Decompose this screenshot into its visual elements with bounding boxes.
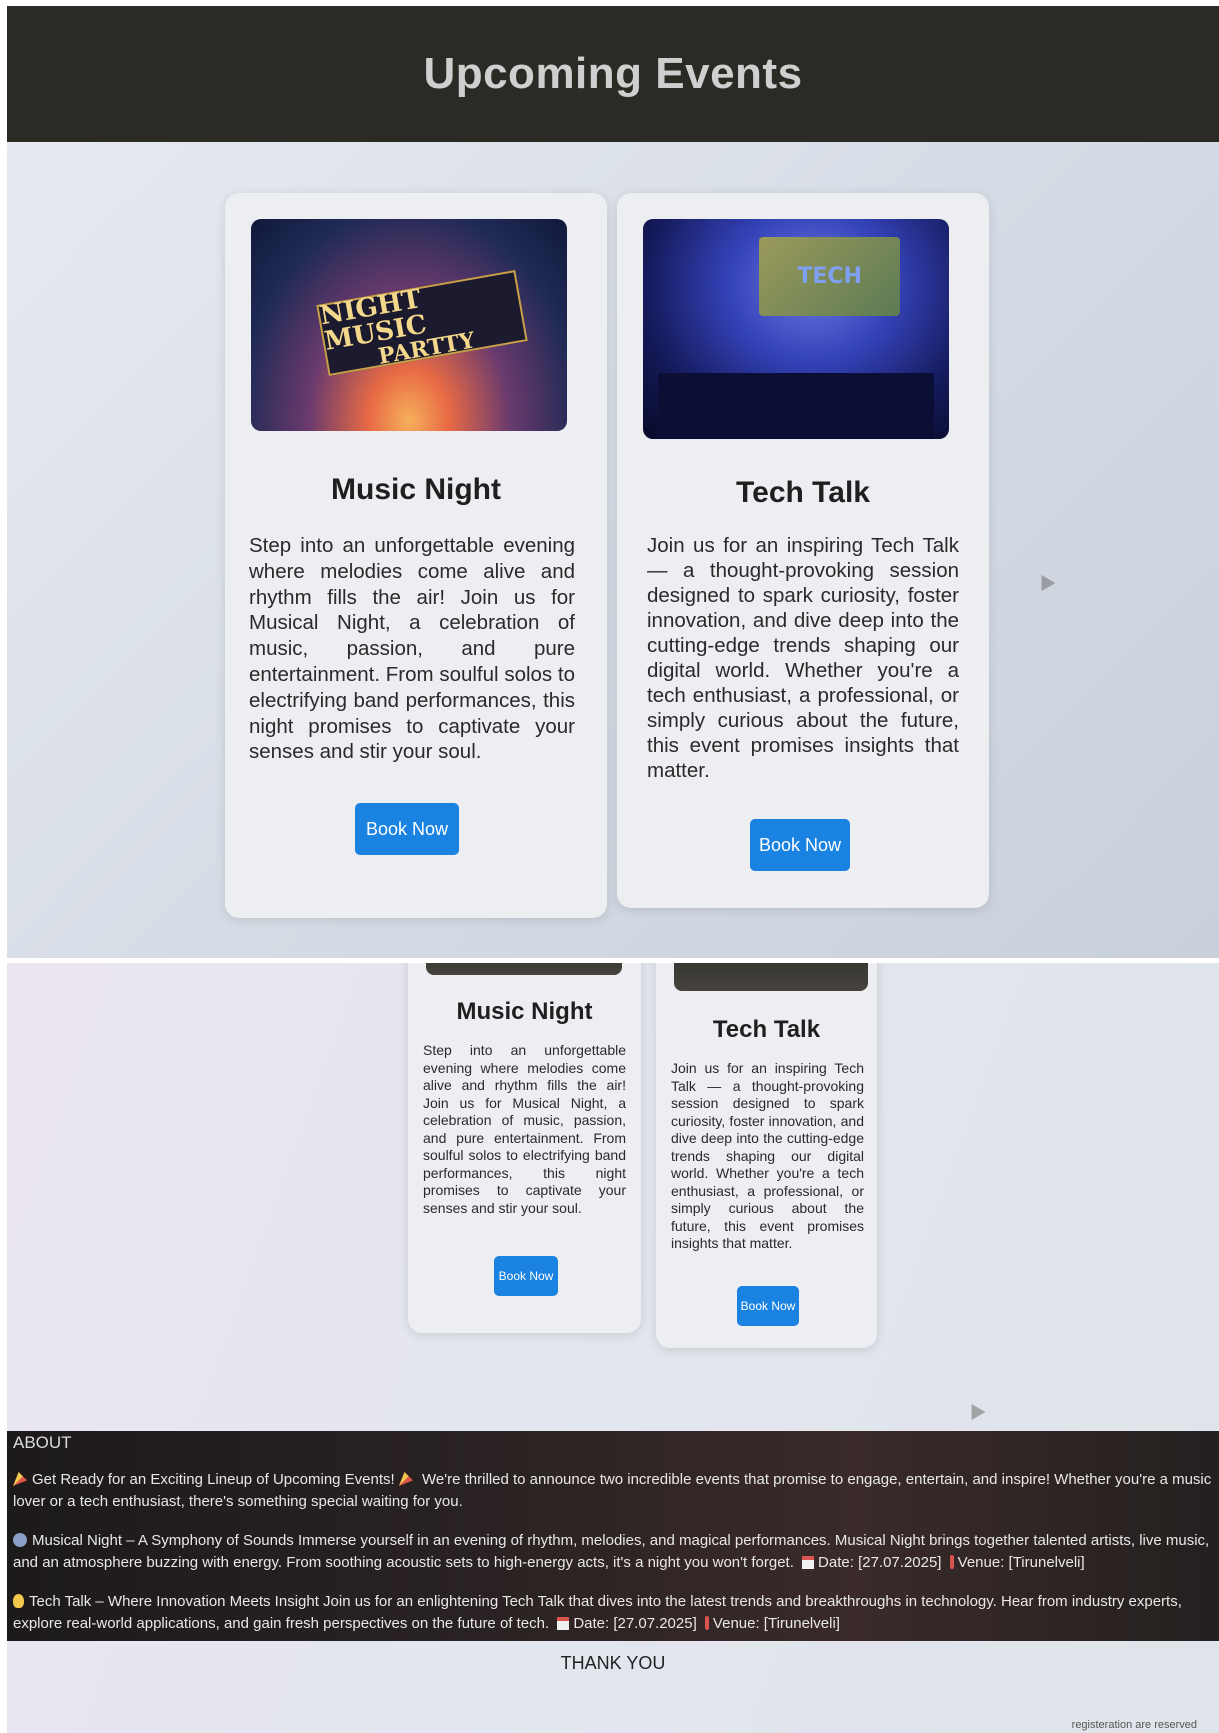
about-heading: ABOUT [13,1433,72,1452]
music-night-image [426,963,622,975]
event-description: Join us for an inspiring Tech Talk — a t… [647,534,959,782]
location-pin-icon [704,1616,709,1630]
lower-screenshot: Music Night Step into an unforgettable e… [7,963,1219,1733]
event-title: Music Night [331,473,501,506]
event-card-music-night: NIGHT MUSIC PARTTY Music Night Step into… [225,193,607,918]
upper-screenshot: Upcoming Events NIGHT MUSIC PARTTY Music… [7,6,1219,958]
about-intro: Get Ready for an Exciting Lineup of Upco… [13,1471,1212,1510]
about-section: ABOUT Get Ready for an Exciting Lineup o… [7,1431,1219,1641]
mouse-cursor-icon [1034,570,1056,592]
stage-screen: TECH [759,236,901,316]
music-night-image: NIGHT MUSIC PARTTY [251,219,567,431]
page-title: Upcoming Events [423,49,803,98]
event-description: Step into an unforgettable evening where… [423,1042,626,1216]
party-popper-icon [13,1472,27,1486]
copyright-text: registeration are reserved [1071,1719,1197,1731]
location-pin-icon [949,1555,954,1569]
calendar-icon [802,1556,815,1569]
event-card-tech-talk: TECH Tech Talk Join us for an inspiring … [617,193,989,908]
event-card-tech-talk: Tech Talk Join us for an inspiring Tech … [656,963,877,1348]
calendar-icon [557,1617,570,1630]
about-music-night: Musical Night – A Symphony of Sounds Imm… [13,1532,1210,1571]
mouse-cursor-icon [964,1399,986,1421]
music-icon [13,1533,27,1547]
event-card-music-night: Music Night Step into an unforgettable e… [408,963,641,1333]
tech-talk-image [674,963,868,991]
page-header: Upcoming Events [7,6,1219,142]
music-night-banner: NIGHT MUSIC PARTTY [315,269,528,376]
event-description: Step into an unforgettable evening where… [249,534,575,764]
book-now-button[interactable]: Book Now [737,1286,799,1326]
lightbulb-icon [13,1594,24,1608]
event-description: Join us for an inspiring Tech Talk — a t… [671,1060,864,1251]
about-tech-talk: Tech Talk – Where Innovation Meets Insig… [13,1593,1182,1632]
stage [658,373,934,439]
book-now-button[interactable]: Book Now [355,803,459,855]
event-title: Tech Talk [712,1016,821,1043]
party-popper-icon [398,1472,413,1486]
tech-talk-image: TECH [643,219,949,439]
event-title: Tech Talk [736,476,870,509]
book-now-button[interactable]: Book Now [750,819,850,871]
event-title: Music Night [456,998,593,1025]
thank-you-text: THANK YOU [560,1653,666,1673]
book-now-button[interactable]: Book Now [494,1256,558,1296]
